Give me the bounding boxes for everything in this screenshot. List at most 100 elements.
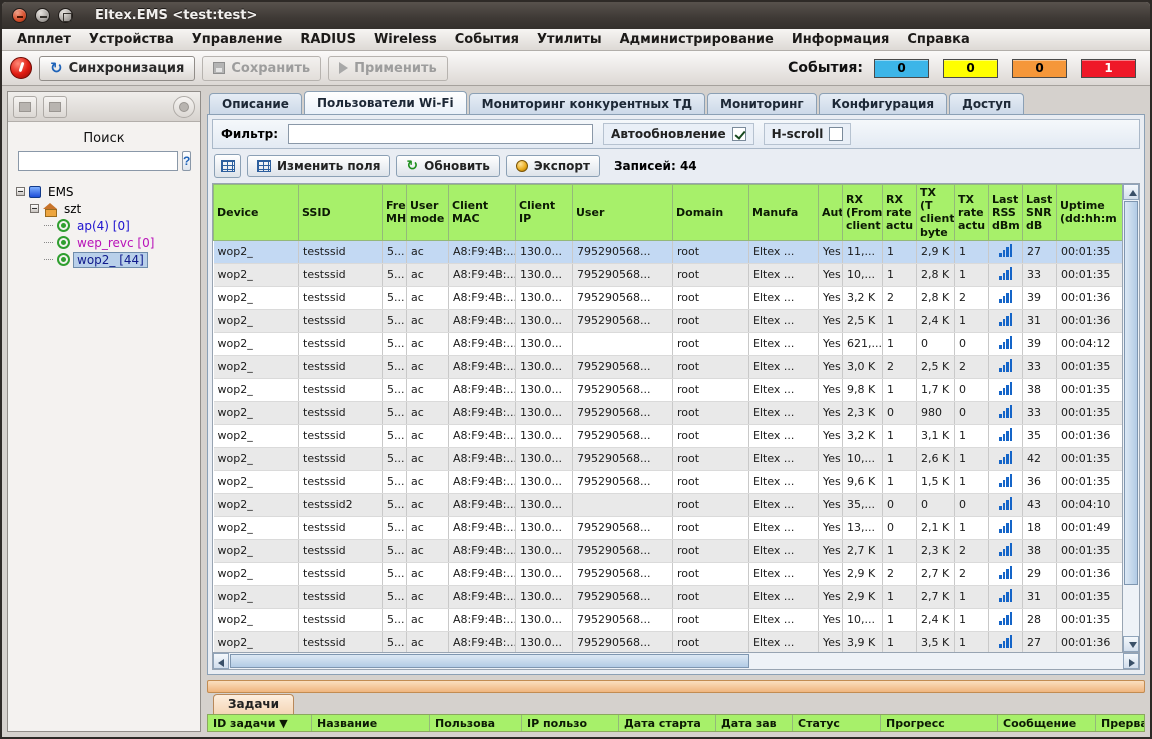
horizontal-scrollbar-thumb[interactable] — [230, 654, 749, 668]
column-header[interactable]: Client MAC — [449, 185, 516, 241]
sidebar-tool-button-3[interactable] — [173, 96, 195, 118]
table-row[interactable]: wop2_testssid5...acA8:F9:4B:...130.0...7… — [214, 401, 1123, 424]
tree-node[interactable]: ap(4) [0] — [12, 217, 200, 234]
scroll-right-button[interactable] — [1123, 653, 1139, 669]
tab[interactable]: Доступ — [949, 93, 1024, 114]
event-counter[interactable]: 0 — [874, 59, 929, 78]
save-button[interactable]: Сохранить — [202, 56, 321, 81]
tree-node[interactable]: wop2_ [44] — [12, 251, 200, 268]
task-column-header[interactable]: Сообщение — [998, 715, 1096, 731]
column-header[interactable]: Device — [214, 185, 299, 241]
menu-item[interactable]: Апплет — [8, 30, 80, 49]
event-counter[interactable]: 0 — [943, 59, 998, 78]
table-row[interactable]: wop2_testssid5...acA8:F9:4B:...130.0...7… — [214, 585, 1123, 608]
table-row[interactable]: wop2_testssid5...acA8:F9:4B:...130.0...7… — [214, 355, 1123, 378]
vertical-scrollbar[interactable] — [1122, 184, 1139, 652]
tree-node[interactable]: wep_revc [0] — [12, 234, 200, 251]
tree-expander[interactable] — [30, 204, 39, 213]
sidebar-tool-button-2[interactable] — [43, 96, 67, 118]
columns-button[interactable] — [214, 154, 241, 178]
vertical-scrollbar-thumb[interactable] — [1124, 201, 1138, 585]
task-column-header[interactable]: Дата старта — [619, 715, 716, 731]
table-row[interactable]: wop2_testssid5...acA8:F9:4B:...130.0...7… — [214, 447, 1123, 470]
table-row[interactable]: wop2_testssid5...acA8:F9:4B:...130.0...7… — [214, 240, 1123, 263]
tab[interactable]: Мониторинг — [707, 93, 817, 114]
filter-input[interactable] — [288, 124, 593, 144]
hscroll-checkbox[interactable] — [829, 127, 843, 141]
table-row[interactable]: wop2_testssid5...acA8:F9:4B:...130.0...r… — [214, 332, 1123, 355]
split-divider[interactable] — [207, 680, 1145, 693]
sync-button[interactable]: ↻ Синхронизация — [39, 56, 195, 81]
edit-fields-button[interactable]: Изменить поля — [247, 155, 390, 177]
tab-tasks[interactable]: Задачи — [213, 694, 294, 714]
scroll-up-button[interactable] — [1123, 184, 1139, 200]
table-row[interactable]: wop2_testssid25...acA8:F9:4B:...130.0...… — [214, 493, 1123, 516]
maximize-button[interactable] — [58, 8, 73, 23]
scroll-down-button[interactable] — [1123, 636, 1139, 652]
column-header[interactable]: TX rate actu — [955, 185, 989, 241]
column-header[interactable]: Manufa — [749, 185, 819, 241]
tree-expander[interactable] — [16, 187, 25, 196]
tab[interactable]: Конфигурация — [819, 93, 947, 114]
tab[interactable]: Пользователи Wi-Fi — [304, 91, 467, 114]
column-header[interactable]: User — [573, 185, 673, 241]
menu-item[interactable]: Утилиты — [528, 30, 611, 49]
task-column-header[interactable]: IP пользо — [522, 715, 619, 731]
event-counter[interactable]: 0 — [1012, 59, 1067, 78]
title-bar[interactable]: Eltex.EMS <test:test> — [2, 2, 1150, 29]
task-column-header[interactable]: Название — [312, 715, 430, 731]
menu-item[interactable]: Администрирование — [611, 30, 783, 49]
table-row[interactable]: wop2_testssid5...acA8:F9:4B:...130.0...7… — [214, 539, 1123, 562]
refresh-button[interactable]: ↻ Обновить — [396, 155, 499, 177]
column-header[interactable]: Aut — [819, 185, 843, 241]
tree-node[interactable]: EMS — [12, 183, 200, 200]
export-button[interactable]: Экспорт — [506, 155, 600, 177]
event-counter[interactable]: 1 — [1081, 59, 1136, 78]
table-row[interactable]: wop2_testssid5...acA8:F9:4B:...130.0...7… — [214, 562, 1123, 585]
column-header[interactable]: Domain — [673, 185, 749, 241]
column-header[interactable]: RX rate actu — [883, 185, 917, 241]
column-header[interactable]: Last RSS dBm — [989, 185, 1023, 241]
column-header[interactable]: Fre MH — [383, 185, 407, 241]
menu-item[interactable]: Wireless — [365, 30, 446, 49]
table-row[interactable]: wop2_testssid5...acA8:F9:4B:...130.0...7… — [214, 516, 1123, 539]
table-row[interactable]: wop2_testssid5...acA8:F9:4B:...130.0...7… — [214, 470, 1123, 493]
tab[interactable]: Мониторинг конкурентных ТД — [469, 93, 705, 114]
task-column-header[interactable]: Прервать — [1096, 715, 1145, 731]
table-row[interactable]: wop2_testssid5...acA8:F9:4B:...130.0...7… — [214, 424, 1123, 447]
task-column-header[interactable]: Прогресс — [881, 715, 998, 731]
apply-button[interactable]: Применить — [328, 56, 448, 81]
menu-item[interactable]: Справка — [898, 30, 978, 49]
menu-item[interactable]: Устройства — [80, 30, 183, 49]
table-row[interactable]: wop2_testssid5...acA8:F9:4B:...130.0...7… — [214, 631, 1123, 652]
column-header[interactable]: Last SNR dB — [1023, 185, 1057, 241]
task-column-header[interactable]: Статус — [793, 715, 881, 731]
scroll-left-button[interactable] — [213, 653, 229, 669]
table-row[interactable]: wop2_testssid5...acA8:F9:4B:...130.0...7… — [214, 286, 1123, 309]
menu-item[interactable]: RADIUS — [291, 30, 365, 49]
sidebar-tool-button-1[interactable] — [13, 96, 37, 118]
column-header[interactable]: User mode — [407, 185, 449, 241]
menu-item[interactable]: События — [446, 30, 528, 49]
search-help-button[interactable]: ? — [182, 151, 191, 171]
column-header[interactable]: TX (T client byte — [917, 185, 955, 241]
task-column-header[interactable]: Пользова — [430, 715, 522, 731]
task-column-header[interactable]: ID задачи ▼ — [208, 715, 312, 731]
horizontal-scrollbar[interactable] — [212, 653, 1140, 670]
column-header[interactable]: Client IP — [516, 185, 573, 241]
tree-node[interactable]: szt — [12, 200, 200, 217]
menu-item[interactable]: Управление — [183, 30, 292, 49]
task-column-header[interactable]: Дата зав — [716, 715, 793, 731]
table-row[interactable]: wop2_testssid5...acA8:F9:4B:...130.0...7… — [214, 608, 1123, 631]
table-row[interactable]: wop2_testssid5...acA8:F9:4B:...130.0...7… — [214, 309, 1123, 332]
table-row[interactable]: wop2_testssid5...acA8:F9:4B:...130.0...7… — [214, 378, 1123, 401]
column-header[interactable]: SSID — [299, 185, 383, 241]
menu-item[interactable]: Информация — [783, 30, 899, 49]
column-header[interactable]: RX (From client — [843, 185, 883, 241]
table-row[interactable]: wop2_testssid5...acA8:F9:4B:...130.0...7… — [214, 263, 1123, 286]
column-header[interactable]: Uptime (dd:hh:m — [1057, 185, 1123, 241]
alarm-icon[interactable] — [10, 57, 32, 79]
autorefresh-checkbox[interactable] — [732, 127, 746, 141]
minimize-button[interactable] — [35, 8, 50, 23]
close-button[interactable] — [12, 8, 27, 23]
